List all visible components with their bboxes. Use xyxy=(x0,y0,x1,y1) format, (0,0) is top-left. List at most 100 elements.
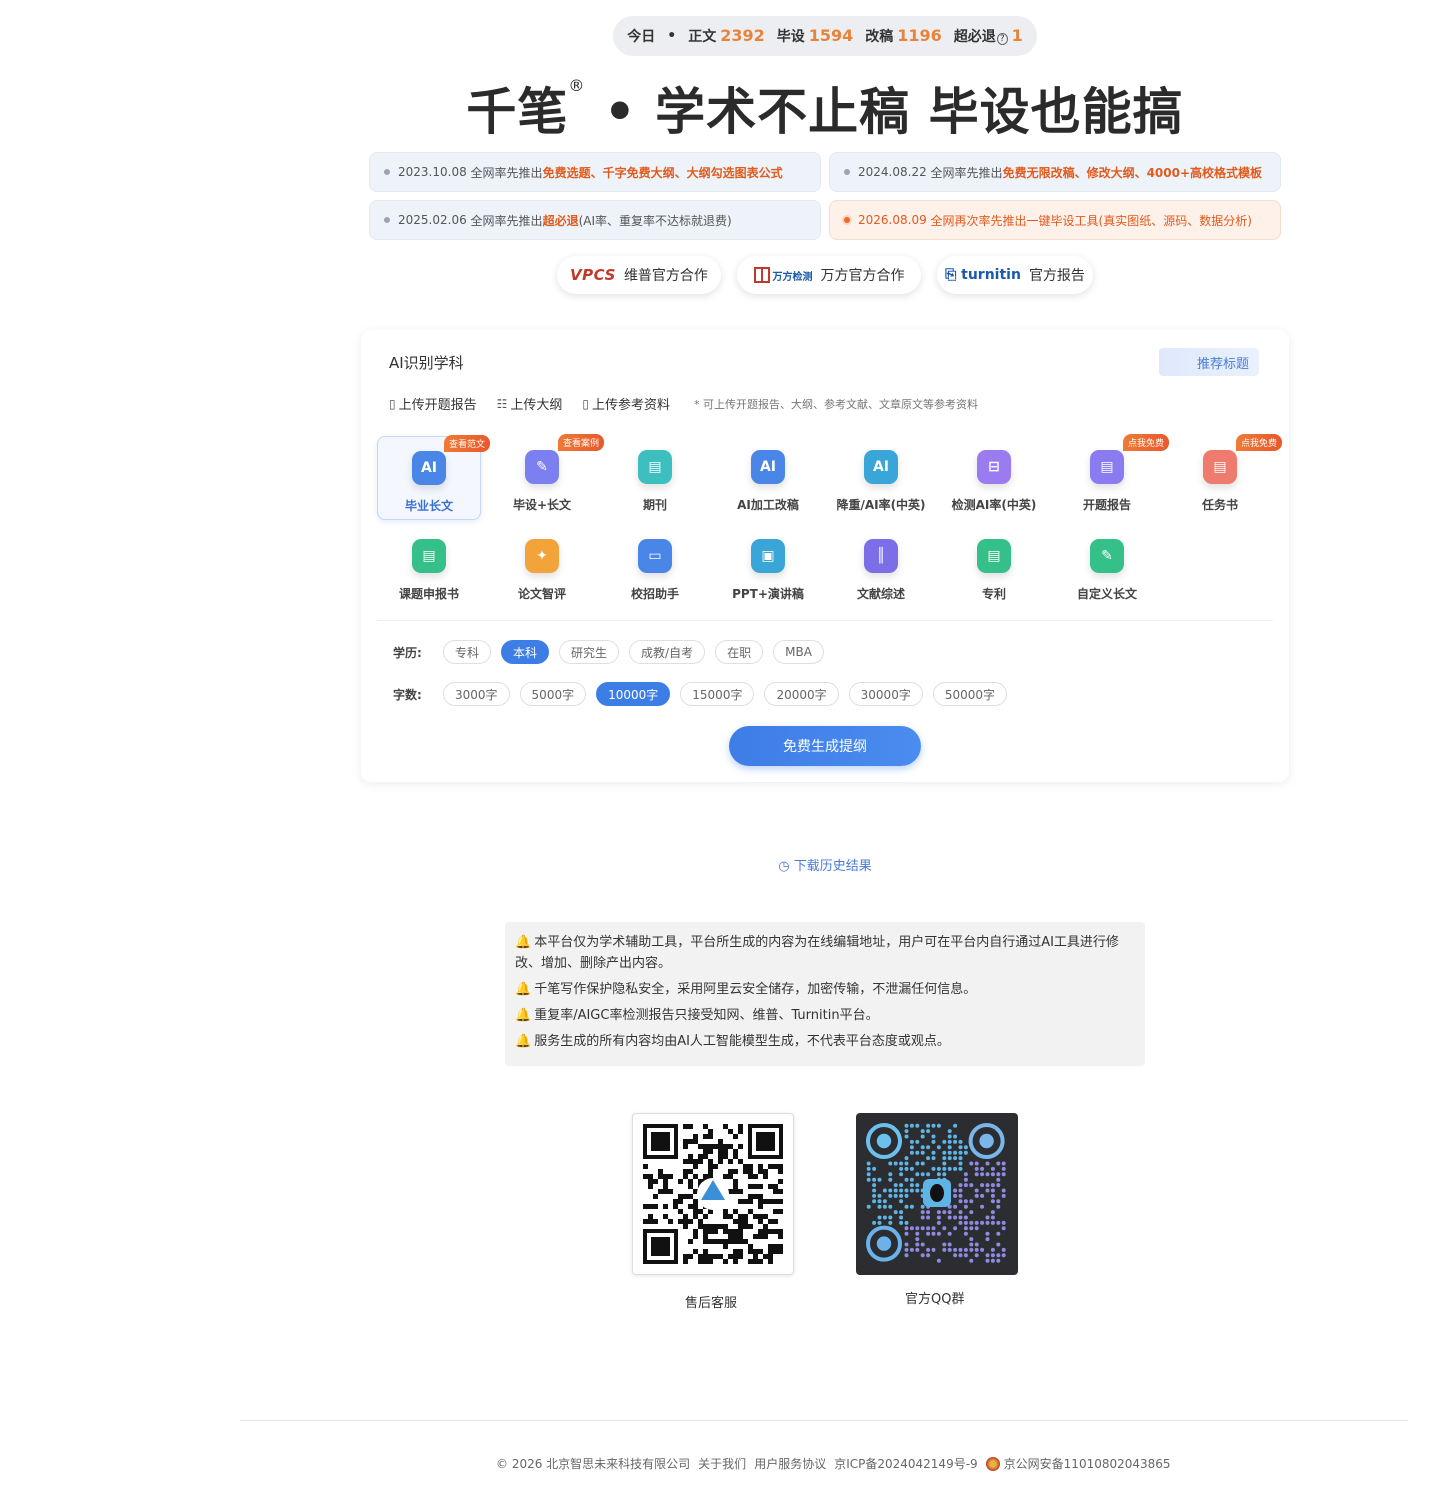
education-chip[interactable]: 成教/自考 xyxy=(629,640,706,664)
upload-reference-button[interactable]: ▯ 上传参考资料 xyxy=(582,394,670,414)
education-chip[interactable]: 研究生 xyxy=(559,640,620,664)
tool-tile-label: 开题报告 xyxy=(1082,498,1131,512)
bell-icon: 🔔 xyxy=(515,982,532,997)
news-item: 2025.02.06 全网率先推出 超必退 (AI率、重复率不达标就退费) xyxy=(369,200,821,240)
upload-proposal-button[interactable]: ▯ 上传开题报告 xyxy=(389,394,477,414)
word-count-chip[interactable]: 15000字 xyxy=(680,682,755,706)
education-options: 学历: 专科 本科 研究生 成教/自考 在职 MBA xyxy=(393,640,824,664)
sparkle-icon: ✦ xyxy=(525,539,559,573)
stat-refund[interactable]: 超必退? 1 xyxy=(954,26,1023,46)
tool-tile-label: PPT+演讲稿 xyxy=(732,587,804,601)
briefcase-icon: ▭ xyxy=(638,539,672,573)
patent-icon: ▤ xyxy=(977,539,1011,573)
tool-tile[interactable]: ▤ 专利 xyxy=(942,525,1046,609)
tool-badge[interactable]: 查看范文 xyxy=(443,435,490,452)
word-count-chip[interactable]: 3000字 xyxy=(443,682,510,706)
tool-tile[interactable]: ⊟ 检测AI率(中英) xyxy=(942,436,1046,520)
tool-tile-label: 论文智评 xyxy=(517,587,566,601)
ai-edit-icon: AI xyxy=(751,450,785,484)
partner-vpcs[interactable]: VPCS 维普官方合作 xyxy=(557,256,721,294)
bell-icon: 🔔 xyxy=(515,1034,532,1049)
about-link[interactable]: 关于我们 xyxy=(698,1455,746,1472)
tool-tile-label: 自定义长文 xyxy=(1076,587,1137,601)
tool-tile[interactable]: ▣ PPT+演讲稿 xyxy=(716,525,820,609)
task-icon: ▤ xyxy=(1203,450,1237,484)
tool-tile[interactable]: ▤ 课题申报书 xyxy=(377,525,481,609)
stat-body: 正文 2392 xyxy=(688,26,765,45)
tool-tile-label: AI加工改稿 xyxy=(737,498,799,512)
bullet-dot xyxy=(844,169,850,175)
icp-link[interactable]: 京ICP备2024042149号-9 xyxy=(834,1455,977,1472)
notice-box: 🔔 本平台仅为学术辅助工具，平台所生成的内容为在线编辑地址，用户可在平台内自行通过… xyxy=(505,922,1145,1066)
word-count-chip[interactable]: 30000字 xyxy=(848,682,923,706)
tool-badge[interactable]: 点我免费 xyxy=(1122,434,1169,451)
tool-tile-label: 降重/AI率(中英) xyxy=(836,498,926,512)
presentation-icon: ▣ xyxy=(751,539,785,573)
partner-turnitin[interactable]: ⎘ turnitin 官方报告 xyxy=(937,256,1093,294)
generator-card: AI识别学科 推荐标题 ▯ 上传开题报告 ☷ 上传大纲 ▯ 上传参考资料 * 可上传开… xyxy=(361,330,1289,782)
tool-tile-label: 课题申报书 xyxy=(398,587,459,601)
generate-outline-button[interactable]: 免费生成提纲 xyxy=(729,726,921,766)
stats-today: 今日 xyxy=(627,29,656,45)
vpcs-logo: VPCS xyxy=(570,266,616,284)
education-chip[interactable]: 在职 xyxy=(715,640,764,664)
tool-tile[interactable]: AI AI加工改稿 xyxy=(716,436,820,520)
footer: © 2026 北京智思未来科技有限公司 关于我们 用户服务协议 京ICP备202… xyxy=(496,1455,1171,1472)
tool-tile-label: 毕业长文 xyxy=(404,499,453,513)
tool-badge[interactable]: 查看案例 xyxy=(557,434,604,451)
clipboard-icon: ▯ xyxy=(389,396,396,411)
notice-item: 🔔 千笔写作保护隐私安全，采用阿里云安全储存，加密传输，不泄漏任何信息。 xyxy=(515,982,977,997)
tool-tile[interactable]: ▤ 任务书 点我免费 xyxy=(1168,434,1282,520)
tool-tile[interactable]: ✎ 毕设+长文 查看案例 xyxy=(490,434,604,520)
tool-tile[interactable]: ✎ 自定义长文 xyxy=(1055,525,1159,609)
tool-tile[interactable]: ▤ 期刊 xyxy=(603,436,707,520)
library-icon: ║ xyxy=(864,539,898,573)
tool-tile[interactable]: ▭ 校招助手 xyxy=(603,525,707,609)
tool-tile-label: 期刊 xyxy=(642,498,667,512)
word-count-chip[interactable]: 50000字 xyxy=(932,682,1008,706)
education-chip[interactable]: MBA xyxy=(773,640,824,664)
police-emblem-icon xyxy=(985,1456,1000,1471)
compass-icon: ✎ xyxy=(525,450,559,484)
file-icon: ▯ xyxy=(582,396,590,411)
question-icon[interactable]: ? xyxy=(996,33,1008,45)
reduce-icon: AI xyxy=(864,450,898,484)
tool-tile[interactable]: ▤ 开题报告 点我免费 xyxy=(1055,434,1169,520)
journal-icon: ▤ xyxy=(638,450,672,484)
upload-bar: ▯ 上传开题报告 ☷ 上传大纲 ▯ 上传参考资料 * 可上传开题报告、大纲、参考文献、… xyxy=(389,394,978,414)
agreement-link[interactable]: 用户服务协议 xyxy=(754,1455,826,1472)
tool-tile[interactable]: ║ 文献综述 xyxy=(829,525,933,609)
education-chip[interactable]: 本科 xyxy=(501,640,550,664)
word-count-label: 字数: xyxy=(393,687,422,702)
tool-tile-label: 检测AI率(中英) xyxy=(951,498,1037,512)
word-count-chip[interactable]: 5000字 xyxy=(519,682,587,706)
qq-group-qr-code xyxy=(856,1113,1018,1275)
card-title: AI识别学科 xyxy=(389,354,464,372)
bell-icon: 🔔 xyxy=(515,935,532,950)
bell-icon: 🔔 xyxy=(515,1008,532,1023)
tool-tile-label: 专利 xyxy=(981,587,1006,601)
copyright: © 2026 北京智思未来科技有限公司 xyxy=(496,1457,691,1471)
wanfang-logo: 万方检测 xyxy=(753,267,813,283)
tool-tile[interactable]: ✦ 论文智评 xyxy=(490,525,594,609)
education-chip[interactable]: 专科 xyxy=(443,640,492,664)
service-qr-label: 售后客服 xyxy=(685,1296,738,1311)
tool-badge[interactable]: 点我免费 xyxy=(1235,434,1282,451)
tool-grid: AI 毕业长文 查看范文 ✎ 毕设+长文 查看案例 ▤ 期刊 AI AI加工改稿 AI 降重/AI率(… xyxy=(377,434,1287,614)
word-count-chip[interactable]: 20000字 xyxy=(764,682,839,706)
qq-group-qr-label: 官方QQ群 xyxy=(905,1292,965,1307)
bullet-dot xyxy=(384,169,390,175)
recommend-title-button[interactable]: 推荐标题 xyxy=(1159,348,1259,376)
police-link[interactable]: 京公网安备11010802043865 xyxy=(1004,1455,1171,1472)
news-item: 2023.10.08 全网率先推出 免费选题、千字免费大纲、大纲勾选图表公式 xyxy=(369,152,821,192)
download-history-link[interactable]: ◷ 下载历史结果 xyxy=(0,855,1440,874)
upload-outline-button[interactable]: ☷ 上传大纲 xyxy=(497,394,563,414)
notice-item: 🔔 本平台仅为学术辅助工具，平台所生成的内容为在线编辑地址，用户可在平台内自行通过… xyxy=(515,935,1119,971)
news-item-latest: 2026.08.09 全网再次率先推出一键毕设工具(真实图纸、源码、数据分析) xyxy=(829,200,1281,240)
word-count-chip[interactable]: 10000字 xyxy=(596,682,671,706)
registered-mark: ® xyxy=(568,76,586,95)
tool-tile[interactable]: AI 降重/AI率(中英) xyxy=(829,436,933,520)
tool-tile[interactable]: AI 毕业长文 查看范文 xyxy=(377,435,490,520)
partner-wanfang[interactable]: 万方检测 万方官方合作 xyxy=(737,256,921,294)
notice-item: 🔔 服务生成的所有内容均由AI人工智能模型生成，不代表平台态度或观点。 xyxy=(515,1034,950,1049)
